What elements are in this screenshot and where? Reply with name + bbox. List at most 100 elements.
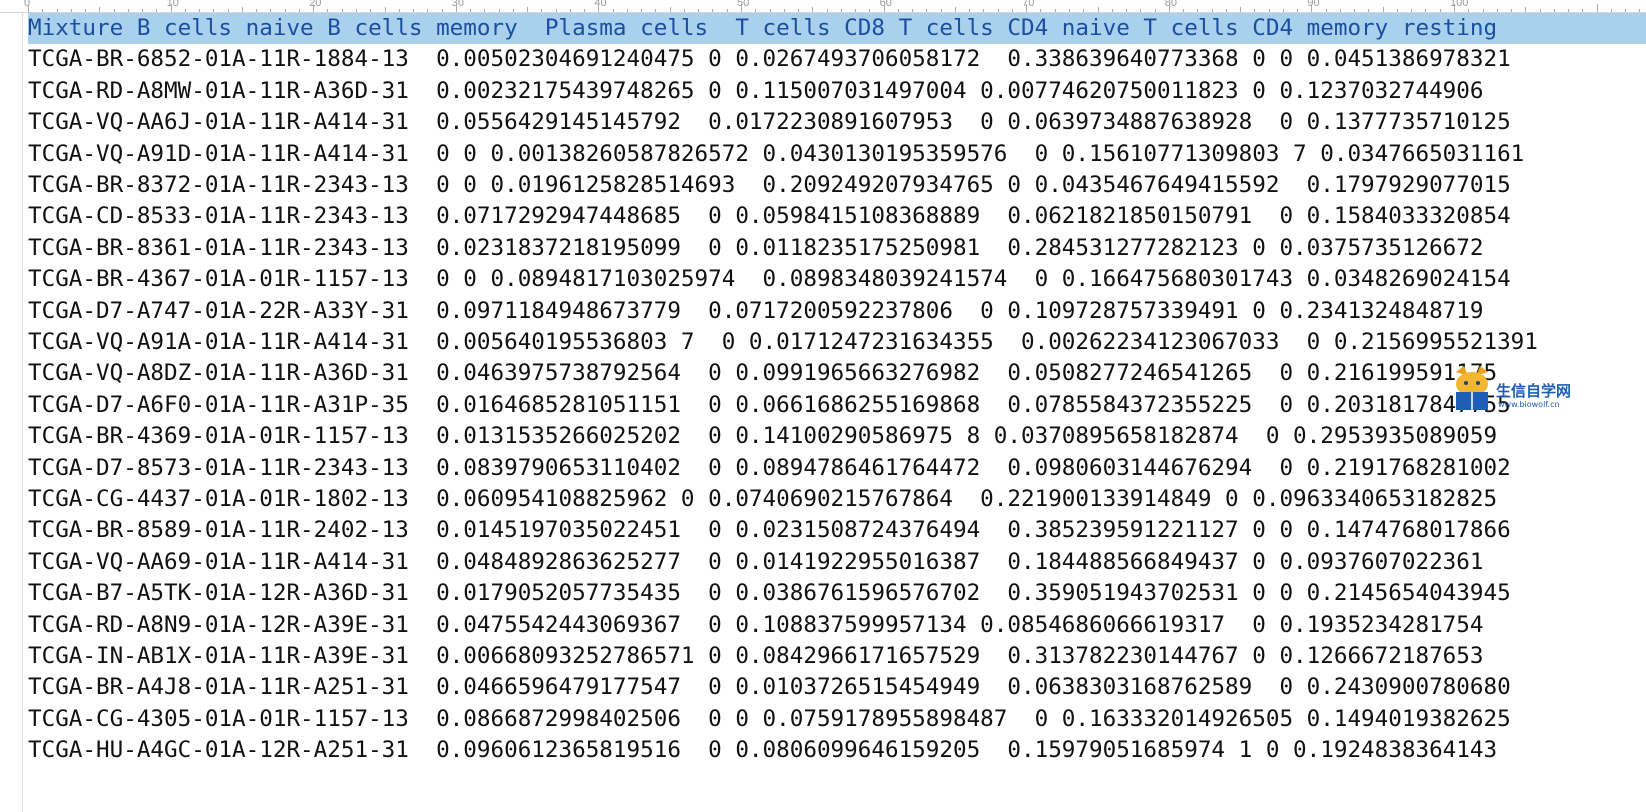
ruler-tick xyxy=(1439,9,1441,12)
ruler-tick xyxy=(698,9,700,12)
ruler-label: 80 xyxy=(1164,0,1178,9)
text-line[interactable]: TCGA-CG-4437-01A-01R-1802-13 0.060954108… xyxy=(28,484,1497,515)
text-line[interactable]: TCGA-RD-A8N9-01A-12R-A39E-31 0.047554244… xyxy=(28,610,1483,641)
line-number: 7 xyxy=(10,515,22,546)
ruler-tick xyxy=(241,7,243,12)
ruler-tick xyxy=(1211,9,1213,12)
ruler-tick xyxy=(855,9,857,12)
ruler-tick xyxy=(1240,7,1242,12)
text-line[interactable]: TCGA-BR-8361-01A-11R-2343-13 0.023183721… xyxy=(28,233,1483,264)
text-line[interactable]: TCGA-VQ-AA6J-01A-11R-A414-31 0.055642914… xyxy=(28,107,1511,138)
wolf-logo-icon xyxy=(1456,366,1488,410)
text-line[interactable]: TCGA-BR-4367-01A-01R-1157-13 0 0 0.08948… xyxy=(28,264,1511,295)
text-line[interactable]: TCGA-BR-8589-01A-11R-2402-13 0.014519703… xyxy=(28,515,1511,546)
text-line[interactable]: TCGA-IN-AB1X-01A-11R-A39E-31 0.006680932… xyxy=(28,641,1483,672)
ruler-tick xyxy=(170,4,172,12)
text-line[interactable]: TCGA-CG-4305-01A-01R-1157-13 0.086687299… xyxy=(28,704,1511,735)
ruler-tick xyxy=(1183,9,1185,12)
ruler-tick xyxy=(427,9,429,12)
ruler-tick xyxy=(213,9,215,12)
ruler-tick xyxy=(298,9,300,12)
ruler-tick xyxy=(1496,9,1498,12)
text-line[interactable]: TCGA-VQ-A8DZ-01A-11R-A36D-31 0.046397573… xyxy=(28,358,1497,389)
ruler-tick xyxy=(1297,9,1299,12)
watermark: 生信自学网 www.biowolf.cn xyxy=(1450,362,1646,420)
ruler-tick xyxy=(1268,9,1270,12)
ruler-tick xyxy=(341,9,343,12)
ruler-tick xyxy=(983,9,985,12)
line-number: 1 xyxy=(10,13,22,44)
line-number: 7 xyxy=(10,201,22,232)
ruler-tick xyxy=(997,9,999,12)
header-line[interactable]: Mixture B cells naive B cells memory Pla… xyxy=(28,13,1497,44)
text-line[interactable]: TCGA-CD-8533-01A-11R-2343-13 0.071729294… xyxy=(28,201,1511,232)
ruler-tick xyxy=(441,9,443,12)
text-line[interactable]: TCGA-D7-A6F0-01A-11R-A31P-35 0.016468528… xyxy=(28,390,1511,421)
ruler-tick xyxy=(954,7,956,12)
ruler-tick xyxy=(683,9,685,12)
ruler-tick xyxy=(498,9,500,12)
text-line[interactable]: TCGA-BR-8372-01A-11R-2343-13 0 0 0.01961… xyxy=(28,170,1511,201)
ruler-tick xyxy=(569,9,571,12)
ruler-tick xyxy=(1197,9,1199,12)
text-line[interactable]: TCGA-BR-6852-01A-11R-1884-13 0.005023046… xyxy=(28,44,1511,75)
line-number: 3 xyxy=(10,390,22,421)
ruler-label: 10 xyxy=(166,0,179,9)
ruler-tick xyxy=(1011,9,1013,12)
ruler-tick xyxy=(769,9,771,12)
ruler-tick xyxy=(1596,4,1598,12)
ruler-label: 50 xyxy=(737,0,750,9)
line-number: 2 xyxy=(10,672,22,703)
text-line[interactable]: TCGA-BR-A4J8-01A-11R-A251-31 0.046659647… xyxy=(28,672,1511,703)
ruler-tick xyxy=(398,9,400,12)
text-editor[interactable]: Mixture B cells naive B cells memory Pla… xyxy=(28,13,1646,812)
ruler-tick xyxy=(1553,9,1555,12)
ruler-tick xyxy=(1368,9,1370,12)
text-line[interactable]: TCGA-B7-A5TK-01A-12R-A36D-31 0.017905205… xyxy=(28,578,1511,609)
ruler-tick xyxy=(555,9,557,12)
ruler-label: 30 xyxy=(451,0,465,9)
text-line[interactable]: TCGA-D7-A747-01A-22R-A33Y-31 0.097118494… xyxy=(28,296,1483,327)
line-number: 0 xyxy=(10,296,22,327)
line-number-gutter: 123456789012345678901234 xyxy=(0,13,23,812)
ruler-tick xyxy=(227,9,229,12)
line-number: 6 xyxy=(10,170,22,201)
ruler-tick xyxy=(470,9,472,12)
text-line[interactable]: TCGA-VQ-A91D-01A-11R-A414-31 0 0 0.00138… xyxy=(28,139,1524,170)
watermark-text: 生信自学网 xyxy=(1496,382,1572,400)
ruler-tick xyxy=(1068,9,1070,12)
ruler-tick xyxy=(1539,9,1541,12)
text-line[interactable]: TCGA-RD-A8MW-01A-11R-A36D-31 0.002321754… xyxy=(28,76,1483,107)
ruler-tick xyxy=(641,9,643,12)
ruler-tick xyxy=(284,9,286,12)
ruler-tick xyxy=(1111,9,1113,12)
ruler-tick xyxy=(969,9,971,12)
text-line[interactable]: TCGA-VQ-A91A-01A-11R-A414-31 0.005640195… xyxy=(28,327,1538,358)
column-ruler: 0102030405060708090100 xyxy=(0,0,1646,13)
ruler-tick xyxy=(626,9,628,12)
text-line[interactable]: TCGA-VQ-AA69-01A-11R-A414-31 0.048489286… xyxy=(28,547,1483,578)
line-number: 4 xyxy=(10,107,22,138)
ruler-tick xyxy=(1411,9,1413,12)
ruler-tick xyxy=(840,9,842,12)
ruler-label: 70 xyxy=(1022,0,1035,9)
text-line[interactable]: TCGA-BR-4369-01A-01R-1157-13 0.013153526… xyxy=(28,421,1497,452)
ruler-tick xyxy=(1454,4,1455,12)
line-number: 0 xyxy=(10,610,22,641)
ruler-tick xyxy=(669,7,671,12)
ruler-tick xyxy=(1282,9,1284,12)
ruler-tick xyxy=(1040,9,1042,12)
ruler-tick xyxy=(1482,9,1484,12)
line-number: 5 xyxy=(10,453,22,484)
ruler-tick xyxy=(1354,9,1356,12)
text-line[interactable]: TCGA-HU-A4GC-01A-12R-A251-31 0.096061236… xyxy=(28,735,1497,766)
text-line[interactable]: TCGA-D7-8573-01A-11R-2343-13 0.083979065… xyxy=(28,453,1511,484)
ruler-tick xyxy=(1311,4,1313,12)
ruler-tick xyxy=(1610,9,1612,12)
ruler-tick xyxy=(912,9,914,12)
ruler-tick xyxy=(199,9,201,12)
ruler-tick xyxy=(1339,9,1341,12)
ruler-tick xyxy=(455,4,457,12)
ruler-tick xyxy=(598,4,600,12)
ruler-tick xyxy=(1225,9,1227,12)
